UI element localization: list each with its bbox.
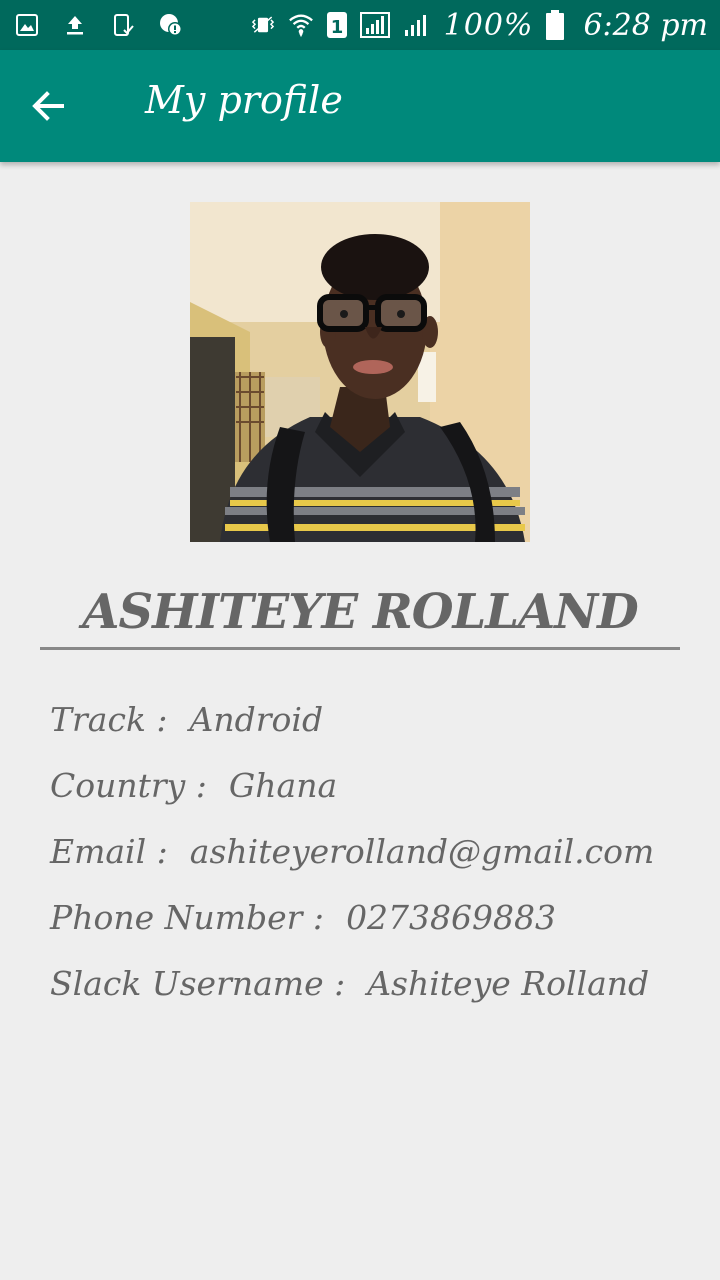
slack-row: Slack Username : Ashiteye Rolland — [50, 964, 654, 1030]
email-value: ashiteyerolland@gmail.com — [189, 832, 655, 871]
clock: 6:28 pm — [583, 7, 708, 43]
phone-row: Phone Number : 0273869883 — [50, 898, 654, 964]
profile-photo — [190, 202, 530, 542]
image-icon — [14, 12, 40, 38]
track-row: Track : Android — [50, 700, 654, 766]
country-row: Country : Ghana — [50, 766, 654, 832]
sim-icon: 1 — [326, 12, 348, 38]
track-value: Android — [189, 700, 324, 739]
battery-icon — [545, 10, 565, 40]
vibrate-icon — [250, 12, 276, 38]
signal-icon — [359, 12, 390, 38]
email-row: Email : ashiteyerolland@gmail.com — [50, 832, 654, 898]
profile-name: ASHITEYE ROLLAND — [82, 584, 639, 640]
divider — [40, 647, 680, 650]
phone-label: Phone Number : — [50, 898, 325, 937]
slack-value: Ashiteye Rolland — [367, 964, 650, 1003]
phone-value: 0273869883 — [346, 898, 557, 937]
battery-level: 100% — [443, 7, 534, 43]
phone-check-icon — [110, 12, 136, 38]
signal-icon — [402, 12, 432, 38]
location-alert-icon — [158, 12, 184, 38]
svg-text:1: 1 — [330, 17, 343, 38]
status-bar: 1 100% 6:28 pm — [0, 0, 720, 50]
country-value: Ghana — [228, 766, 338, 805]
country-label: Country : — [50, 766, 207, 805]
arrow-back-icon — [32, 91, 64, 121]
profile-details: Track : Android Country : Ghana Email : … — [50, 700, 654, 1030]
upload-icon — [62, 12, 88, 38]
page-title: My profile — [145, 78, 343, 122]
email-label: Email : — [50, 832, 168, 871]
back-button[interactable] — [24, 82, 72, 130]
wifi-icon — [288, 12, 314, 38]
slack-label: Slack Username : — [50, 964, 346, 1003]
app-bar: My profile — [0, 50, 720, 162]
track-label: Track : — [50, 700, 168, 739]
